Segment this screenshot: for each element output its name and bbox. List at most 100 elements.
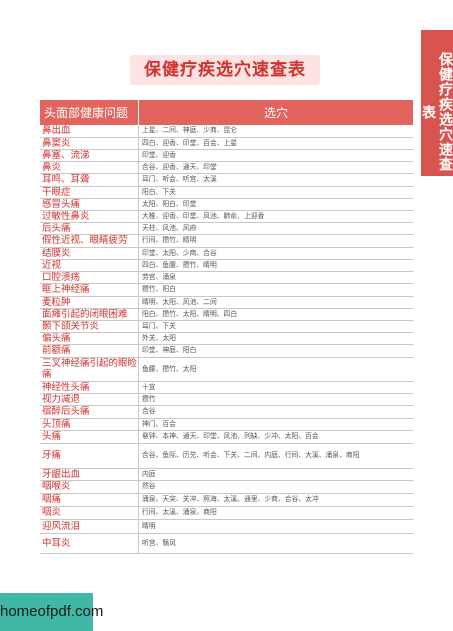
table-row: 感冒头痛 太阳、阳白、印堂 <box>40 198 413 211</box>
acupoints-cell: 大椎、迎香、印堂、风池、肺俞、上迎香 <box>138 210 413 223</box>
health-problem-cell: 近视 <box>40 259 139 272</box>
table-row: 咽痛 涌泉、天突、关冲、照海、太溪、通里、少商、合谷、太冲 <box>40 493 413 507</box>
table-row: 干眼症 阳白、下关 <box>40 186 413 199</box>
table-row: 牙痛 合谷、鱼际、历兑、听会、下关、二间、内庭、行间、大溪、涌泉、商阳 <box>40 443 413 469</box>
table-row: 麦粒肿 睛明、太阳、风池、二间 <box>40 296 413 309</box>
table-row: 面瘫引起的闭眼困难 阳白、攒竹、太阳、睛明、四白 <box>40 308 413 321</box>
acupoints-cell: 神门、百会 <box>138 418 413 431</box>
header-points: 选穴 <box>138 100 413 125</box>
table-row: 鼻出血 上星、二间、神庭、少商、昆仑 <box>40 125 413 138</box>
table-row: 鼻窦炎 四白、迎香、印堂、百会、上星 <box>40 137 413 150</box>
health-problem-cell: 鼻出血 <box>40 125 139 138</box>
header-problem: 头面部健康问题 <box>40 100 139 125</box>
acupoints-cell: 阳白、攒竹、太阳、睛明、四白 <box>138 308 413 321</box>
acupoints-cell: 合谷 <box>138 405 413 419</box>
acupoints-cell: 印堂、迎香 <box>138 149 413 162</box>
health-problem-cell: 面瘫引起的闭眼困难 <box>40 308 139 321</box>
acupoints-cell: 印堂、太阳、少商、合谷 <box>138 247 413 260</box>
table-row: 近视 四白、鱼腰、攒竹、睛明 <box>40 259 413 272</box>
table-header-row: 头面部健康问题 选穴 <box>40 100 413 125</box>
table-row: 假性近视、眼睛疲劳 行间、攒竹、睛明 <box>40 234 413 248</box>
health-problem-cell: 咽炎 <box>40 506 139 520</box>
health-problem-cell: 牙痛 <box>40 443 139 469</box>
health-problem-cell: 咽喉炎 <box>40 480 139 494</box>
acupoints-cell: 然谷 <box>138 480 413 494</box>
table-row: 头顶痛 神门、百会 <box>40 418 413 431</box>
table-row: 偏头痛 外关、太阳 <box>40 332 413 345</box>
table-body: 鼻出血 上星、二间、神庭、少商、昆仑 鼻窦炎 四白、迎香、印堂、百会、上星 鼻塞、流涕印… <box>40 125 413 554</box>
table-row: 咽喉炎 然谷 <box>40 480 413 494</box>
health-problem-cell: 眶上神经痛 <box>40 283 139 297</box>
table-row: 前额痛 印堂、神庭、阳白 <box>40 344 413 358</box>
section-side-tab: 保健疗疾选穴速查表 <box>420 30 453 176</box>
health-problem-cell: 麦粒肿 <box>40 296 139 309</box>
acupoints-cell: 涌泉、天突、关冲、照海、太溪、通里、少商、合谷、太冲 <box>138 493 413 507</box>
health-problem-cell: 中耳炎 <box>40 533 139 554</box>
table-row: 耳鸣、耳聋 耳门、听会、听宫、太溪 <box>40 173 413 187</box>
acupoints-cell: 攒竹、阳白 <box>138 283 413 297</box>
health-problem-cell: 感冒头痛 <box>40 198 139 211</box>
acupoints-cell: 外关、太阳 <box>138 332 413 345</box>
health-problem-cell: 后头痛 <box>40 222 139 235</box>
page-title: 保健疗疾选穴速查表 <box>130 55 320 85</box>
health-problem-cell: 视力减退 <box>40 393 139 406</box>
health-problem-cell: 鼻塞、流涕 <box>40 149 139 162</box>
acupoints-cell: 十宣 <box>138 381 413 394</box>
table-row: 颞下颌关节炎 耳门、下关 <box>40 320 413 333</box>
acupoints-cell: 听宫、翳风 <box>138 533 413 554</box>
table-row: 神经性头痛 十宣 <box>40 381 413 394</box>
health-problem-cell: 假性近视、眼睛疲劳 <box>40 234 139 248</box>
health-problem-cell: 宿醉后头痛 <box>40 405 139 419</box>
acupoints-cell: 劳宫、涌泉 <box>138 271 413 284</box>
table-row: 口腔溃疡 劳宫、涌泉 <box>40 271 413 284</box>
table-row: 宿醉后头痛 合谷 <box>40 405 413 419</box>
table-row: 眶上神经痛 攒竹、阳白 <box>40 283 413 297</box>
table-row: 鼻炎 合谷、迎香、通天、印堂 <box>40 161 413 174</box>
health-problem-cell: 颞下颌关节炎 <box>40 320 139 333</box>
acupoints-cell: 攒竹 <box>138 393 413 406</box>
health-problem-cell: 牙龈出血 <box>40 468 139 481</box>
health-problem-cell: 口腔溃疡 <box>40 271 139 284</box>
health-problem-cell: 前额痛 <box>40 344 139 358</box>
table-row: 中耳炎 听宫、翳风 <box>40 533 413 554</box>
acupoints-cell: 睛明、太阳、风池、二间 <box>138 296 413 309</box>
health-problem-cell: 鼻窦炎 <box>40 137 139 150</box>
health-problem-cell: 结膜炎 <box>40 247 139 260</box>
table-row: 视力减退 攒竹 <box>40 393 413 406</box>
acupoint-table: 头面部健康问题 选穴 鼻出血 上星、二间、神庭、少商、昆仑 鼻窦炎 四白、迎香、印堂、… <box>40 100 413 554</box>
health-problem-cell: 耳鸣、耳聋 <box>40 173 139 187</box>
health-problem-cell: 三叉神经痛引起的眼睑痛 <box>40 357 139 382</box>
acupoints-cell: 印堂、神庭、阳白 <box>138 344 413 358</box>
acupoints-cell: 合谷、迎香、通天、印堂 <box>138 161 413 174</box>
table-row: 结膜炎 印堂、太阳、少商、合谷 <box>40 247 413 260</box>
table-row: 牙龈出血 内庭 <box>40 468 413 481</box>
table-row: 后头痛 天柱、风池、风府 <box>40 222 413 235</box>
health-problem-cell: 头顶痛 <box>40 418 139 431</box>
acupoints-cell: 行间、攒竹、睛明 <box>138 234 413 248</box>
health-problem-cell: 过敏性鼻炎 <box>40 210 139 223</box>
acupoints-cell: 四白、鱼腰、攒竹、睛明 <box>138 259 413 272</box>
watermark-badge: homeofpdf.com <box>0 593 103 631</box>
acupoints-cell: 天柱、风池、风府 <box>138 222 413 235</box>
acupoints-cell: 悬钟、本神、通天、印堂、风池、列缺、少冲、太阳、百会 <box>138 430 413 444</box>
acupoints-cell: 睛明 <box>138 519 413 534</box>
health-problem-cell: 鼻炎 <box>40 161 139 174</box>
acupoints-cell: 上星、二间、神庭、少商、昆仑 <box>138 125 413 138</box>
table-row: 头痛 悬钟、本神、通天、印堂、风池、列缺、少冲、太阳、百会 <box>40 430 413 444</box>
acupoints-cell: 耳门、下关 <box>138 320 413 333</box>
table-row: 过敏性鼻炎 大椎、迎香、印堂、风池、肺俞、上迎香 <box>40 210 413 223</box>
health-problem-cell: 咽痛 <box>40 493 139 507</box>
table-row: 鼻塞、流涕 印堂、迎香 <box>40 149 413 162</box>
acupoints-cell: 阳白、下关 <box>138 186 413 199</box>
table-row: 迎风流泪 睛明 <box>40 519 413 534</box>
acupoints-cell: 鱼腰、攒竹、太阳 <box>138 357 413 382</box>
acupoints-cell: 太阳、阳白、印堂 <box>138 198 413 211</box>
table-row: 咽炎 行间、太溪、涌泉、商阳 <box>40 506 413 520</box>
acupoints-cell: 内庭 <box>138 468 413 481</box>
health-problem-cell: 干眼症 <box>40 186 139 199</box>
health-problem-cell: 偏头痛 <box>40 332 139 345</box>
acupoints-cell: 行间、太溪、涌泉、商阳 <box>138 506 413 520</box>
table-row: 三叉神经痛引起的眼睑痛 鱼腰、攒竹、太阳 <box>40 357 413 382</box>
health-problem-cell: 头痛 <box>40 430 139 444</box>
health-problem-cell: 神经性头痛 <box>40 381 139 394</box>
